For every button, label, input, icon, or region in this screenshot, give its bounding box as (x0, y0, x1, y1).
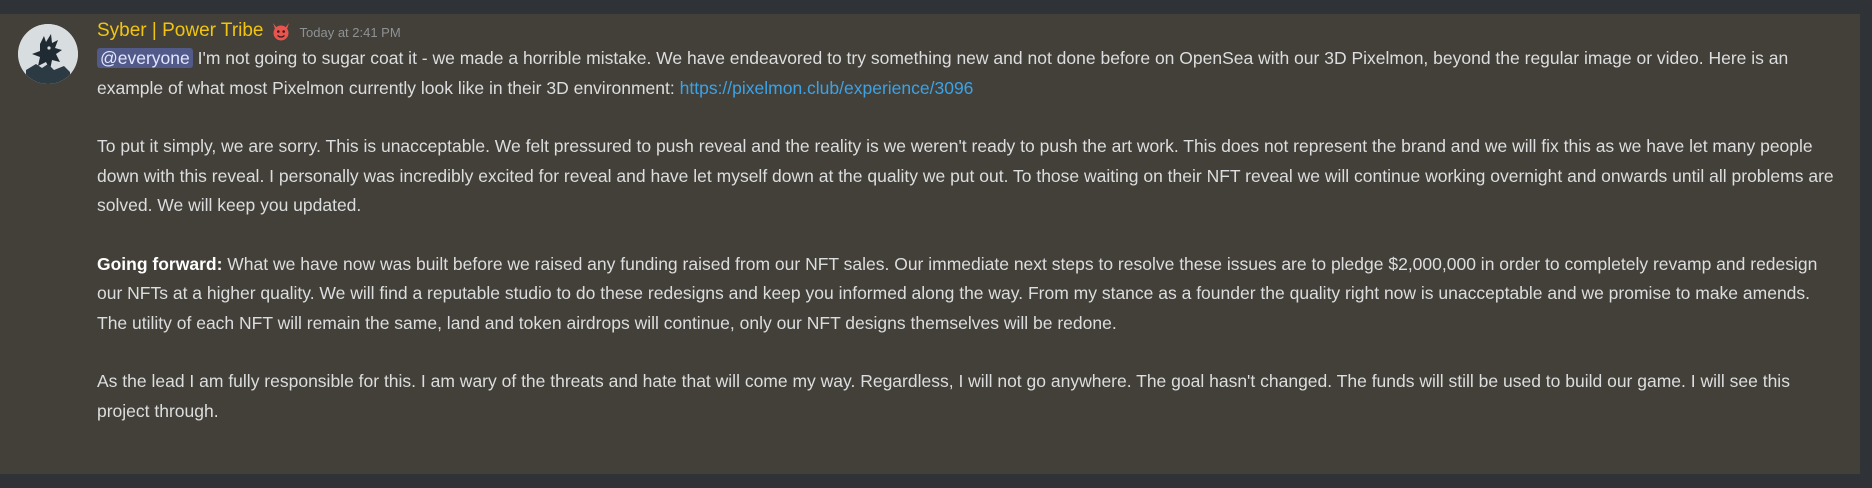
message-paragraph-1: @everyone I'm not going to sugar coat it… (97, 44, 1837, 103)
devil-emoji-icon[interactable] (270, 20, 292, 42)
paragraph-3-text: What we have now was built before we rai… (97, 253, 1818, 333)
message-timestamp: Today at 2:41 PM (299, 24, 401, 40)
experience-link[interactable]: https://pixelmon.club/experience/3096 (680, 78, 974, 98)
message-paragraph-4: As the lead I am fully responsible for t… (97, 371, 1790, 421)
message-header: Syber | Power Tribe Today at 2:41 PM (97, 18, 1837, 44)
chat-frame: Syber | Power Tribe Today at 2:41 PM @ev… (0, 0, 1872, 488)
message-paragraph-3: Going forward: What we have now was buil… (97, 250, 1837, 339)
author-avatar[interactable] (18, 24, 78, 84)
chat-message: Syber | Power Tribe Today at 2:41 PM @ev… (0, 14, 1860, 474)
author-name[interactable]: Syber | Power Tribe (97, 20, 264, 42)
everyone-mention[interactable]: @everyone (97, 48, 193, 68)
message-paragraph-2: To put it simply, we are sorry. This is … (97, 136, 1834, 215)
going-forward-heading: Going forward: (97, 253, 223, 274)
dragon-avatar-icon (18, 24, 78, 84)
message-content: Syber | Power Tribe Today at 2:41 PM @ev… (97, 18, 1837, 426)
